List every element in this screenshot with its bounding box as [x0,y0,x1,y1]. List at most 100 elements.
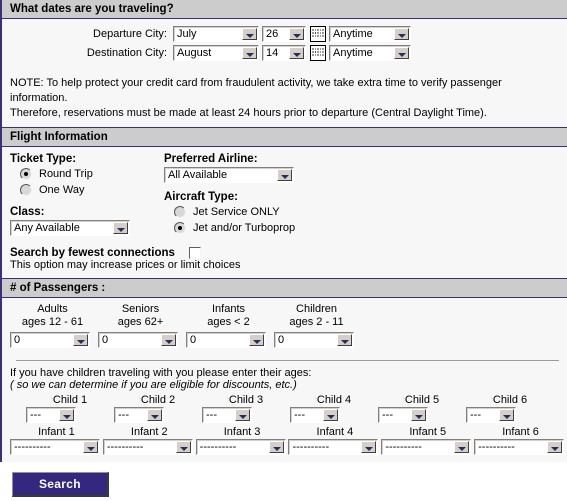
adults-count-select[interactable]: 0 [10,332,90,349]
radio-icon[interactable] [20,184,32,197]
child-6-label: Child 6 [492,394,528,407]
dates-panel-body: Departure City: July 26 Anytime Destinat… [2,19,567,68]
calendar-icon[interactable] [310,26,326,42]
infant-6-age-select[interactable]: ---------- [474,439,565,456]
aircraft-type-jet-only-label: Jet Service ONLY [193,206,280,219]
seniors-count-value: 0 [102,334,109,347]
passenger-cell-children: Children ages 2 - 11 0 [274,303,359,349]
passenger-count-row: Adults ages 12 - 61 0 Seniors ages 62+ 0… [10,303,567,349]
infant-1-label: Infant 1 [38,426,75,439]
infant-5-age-select[interactable]: ---------- [381,439,472,456]
ticket-type-one-way-label: One Way [39,184,85,197]
chevron-down-icon[interactable] [499,409,514,422]
departure-day-select[interactable]: 26 [262,26,306,42]
chevron-down-icon[interactable] [249,334,264,347]
seniors-ages: ages 62+ [117,316,164,329]
dates-panel: What dates are you traveling? Departure … [0,0,567,68]
child-cell-2: Child 2 --- [114,394,202,424]
radio-icon[interactable] [174,206,186,219]
ticket-type-one-way-option[interactable]: One Way [10,183,162,198]
destination-day-select[interactable]: 14 [262,45,306,61]
note-line-2: Therefore, reservations must be made at … [10,106,487,119]
chevron-down-icon[interactable] [83,441,98,454]
departure-time-value: Anytime [333,28,373,40]
child-2-label: Child 2 [140,394,176,407]
radio-icon[interactable] [20,168,32,181]
class-select[interactable]: Any Available [10,219,130,236]
note-panel: NOTE: To help protect your credit card f… [0,68,567,127]
class-label: Class: [10,205,45,218]
chevron-down-icon[interactable] [454,441,470,454]
chevron-down-icon[interactable] [337,334,352,347]
destination-date-row: Destination City: August 14 Anytime [2,45,567,61]
chevron-down-icon[interactable] [242,28,257,40]
child-5-age-select[interactable]: --- [378,407,428,424]
infant-6-label: Infant 6 [502,426,539,439]
chevron-down-icon[interactable] [289,47,304,59]
chevron-down-icon[interactable] [147,409,162,422]
child-2-age-value: --- [118,409,129,422]
aircraft-type-jet-turboprop-option[interactable]: Jet and/or Turboprop [164,221,567,236]
flight-info-left-column: Ticket Type: Round Trip One Way Class: A… [2,153,162,237]
chevron-down-icon[interactable] [411,409,426,422]
chevron-down-icon[interactable] [277,168,292,181]
chevron-down-icon[interactable] [73,334,88,347]
chevron-down-icon[interactable] [59,409,74,422]
adults-ages: ages 12 - 61 [21,316,84,329]
departure-city-label: Departure City: [93,28,167,40]
chevron-down-icon[interactable] [394,28,409,40]
child-cell-6: Child 6 --- [466,394,554,424]
radio-icon[interactable] [174,222,186,235]
chevron-down-icon[interactable] [235,409,250,422]
infants-name: Infants [211,302,246,315]
infant-4-age-select[interactable]: ---------- [288,439,379,456]
infant-2-age-value: ---------- [106,441,144,454]
destination-month-select[interactable]: August [173,45,259,61]
infant-cell-4: Infant 4 ---------- [288,426,381,456]
infant-3-age-select[interactable]: ---------- [195,439,286,456]
child-1-age-select[interactable]: --- [26,407,76,424]
seniors-caption: Seniors ages 62+ [98,303,183,333]
child-4-age-select[interactable]: --- [290,407,340,424]
departure-month-value: July [177,28,197,40]
child-cell-4: Child 4 --- [290,394,378,424]
departure-day-value: 26 [266,28,279,40]
passengers-panel: # of Passengers : Adults ages 12 - 61 0 [0,277,567,463]
chevron-down-icon[interactable] [175,441,191,454]
note-text: NOTE: To help protect your credit card f… [2,68,567,127]
calendar-icon[interactable] [310,45,326,61]
child-6-age-select[interactable]: --- [466,407,516,424]
chevron-down-icon[interactable] [242,47,257,59]
fewest-connections-row: Search by fewest connections [2,241,567,259]
destination-time-select[interactable]: Anytime [329,45,411,61]
seniors-count-select[interactable]: 0 [98,332,178,349]
adults-count-value: 0 [14,334,21,347]
chevron-down-icon[interactable] [361,441,377,454]
departure-month-select[interactable]: July [173,26,259,42]
fewest-connections-checkbox[interactable] [188,246,201,259]
aircraft-type-jet-only-option[interactable]: Jet Service ONLY [164,205,567,220]
departure-time-select[interactable]: Anytime [329,26,411,42]
chevron-down-icon[interactable] [113,221,128,234]
chevron-down-icon[interactable] [268,441,284,454]
chevron-down-icon[interactable] [394,47,409,59]
infants-ages-row: Infant 1 ---------- Infant 2 ---------- … [2,423,567,462]
chevron-down-icon[interactable] [289,28,304,40]
fewest-connections-subtext: This option may increase prices or limit… [10,258,241,271]
child-3-age-select[interactable]: --- [202,407,252,424]
destination-time-value: Anytime [333,47,373,59]
preferred-airline-value: All Available [168,168,228,181]
preferred-airline-select[interactable]: All Available [164,166,294,183]
infants-count-select[interactable]: 0 [186,332,266,349]
child-2-age-select[interactable]: --- [114,407,164,424]
children-count-select[interactable]: 0 [274,332,354,349]
chevron-down-icon[interactable] [161,334,176,347]
search-button[interactable]: Search [12,472,109,498]
chevron-down-icon[interactable] [323,409,338,422]
ticket-type-round-trip-option[interactable]: Round Trip [10,167,162,182]
infant-2-age-select[interactable]: ---------- [102,439,193,456]
flight-info-right-column: Preferred Airline: All Available Aircraf… [162,153,567,237]
passenger-cell-adults: Adults ages 12 - 61 0 [10,303,95,349]
infant-1-age-select[interactable]: ---------- [10,439,100,456]
chevron-down-icon[interactable] [547,441,563,454]
